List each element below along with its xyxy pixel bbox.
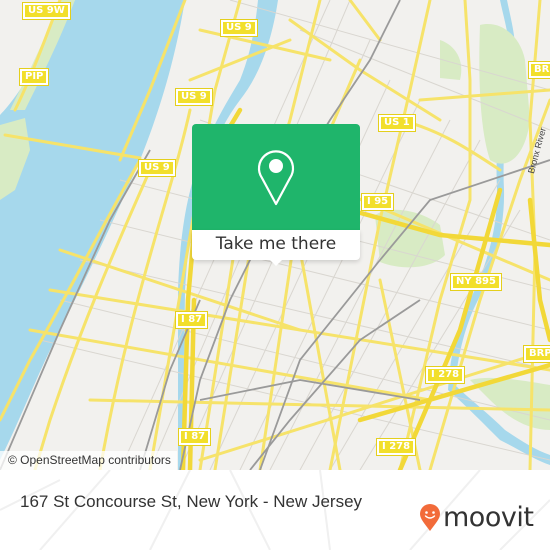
- popup-pointer: [267, 257, 285, 266]
- route-shield-us-1: US 1: [378, 114, 416, 132]
- route-shield-brp: BRP: [528, 61, 550, 79]
- route-shield-i-87: I 87: [177, 428, 212, 446]
- moovit-logo[interactable]: moovit: [419, 502, 534, 533]
- location-popup[interactable]: Take me there: [192, 124, 360, 266]
- route-shield-us-9: US 9: [175, 88, 213, 106]
- location-address: 167 St Concourse St, New York - New Jers…: [20, 492, 363, 511]
- popup-header[interactable]: [192, 124, 360, 230]
- route-shield-brp: BRP: [523, 345, 550, 363]
- route-shield-us-9: US 9: [220, 19, 258, 37]
- take-me-there-button[interactable]: Take me there: [192, 230, 360, 260]
- route-shield-i-278: I 278: [424, 366, 466, 384]
- moovit-smiley-pin-icon: [420, 504, 440, 531]
- map-attribution[interactable]: © OpenStreetMap contributors: [0, 451, 177, 470]
- map[interactable]: US 9W PIP US 9 US 9 US 9 US 1 I 95 NY 89…: [0, 0, 550, 470]
- route-shield-us-9w: US 9W: [22, 2, 71, 20]
- route-shield-pip: PIP: [18, 68, 50, 86]
- moovit-wordmark: moovit: [443, 502, 534, 533]
- route-shield-i-278: I 278: [375, 438, 417, 456]
- route-shield-us-9: US 9: [138, 159, 176, 177]
- route-shield-ny-895: NY 895: [450, 273, 502, 291]
- map-pin-icon: [257, 150, 295, 206]
- route-shield-i-95: I 95: [360, 193, 395, 211]
- route-shield-i-87: I 87: [174, 311, 209, 329]
